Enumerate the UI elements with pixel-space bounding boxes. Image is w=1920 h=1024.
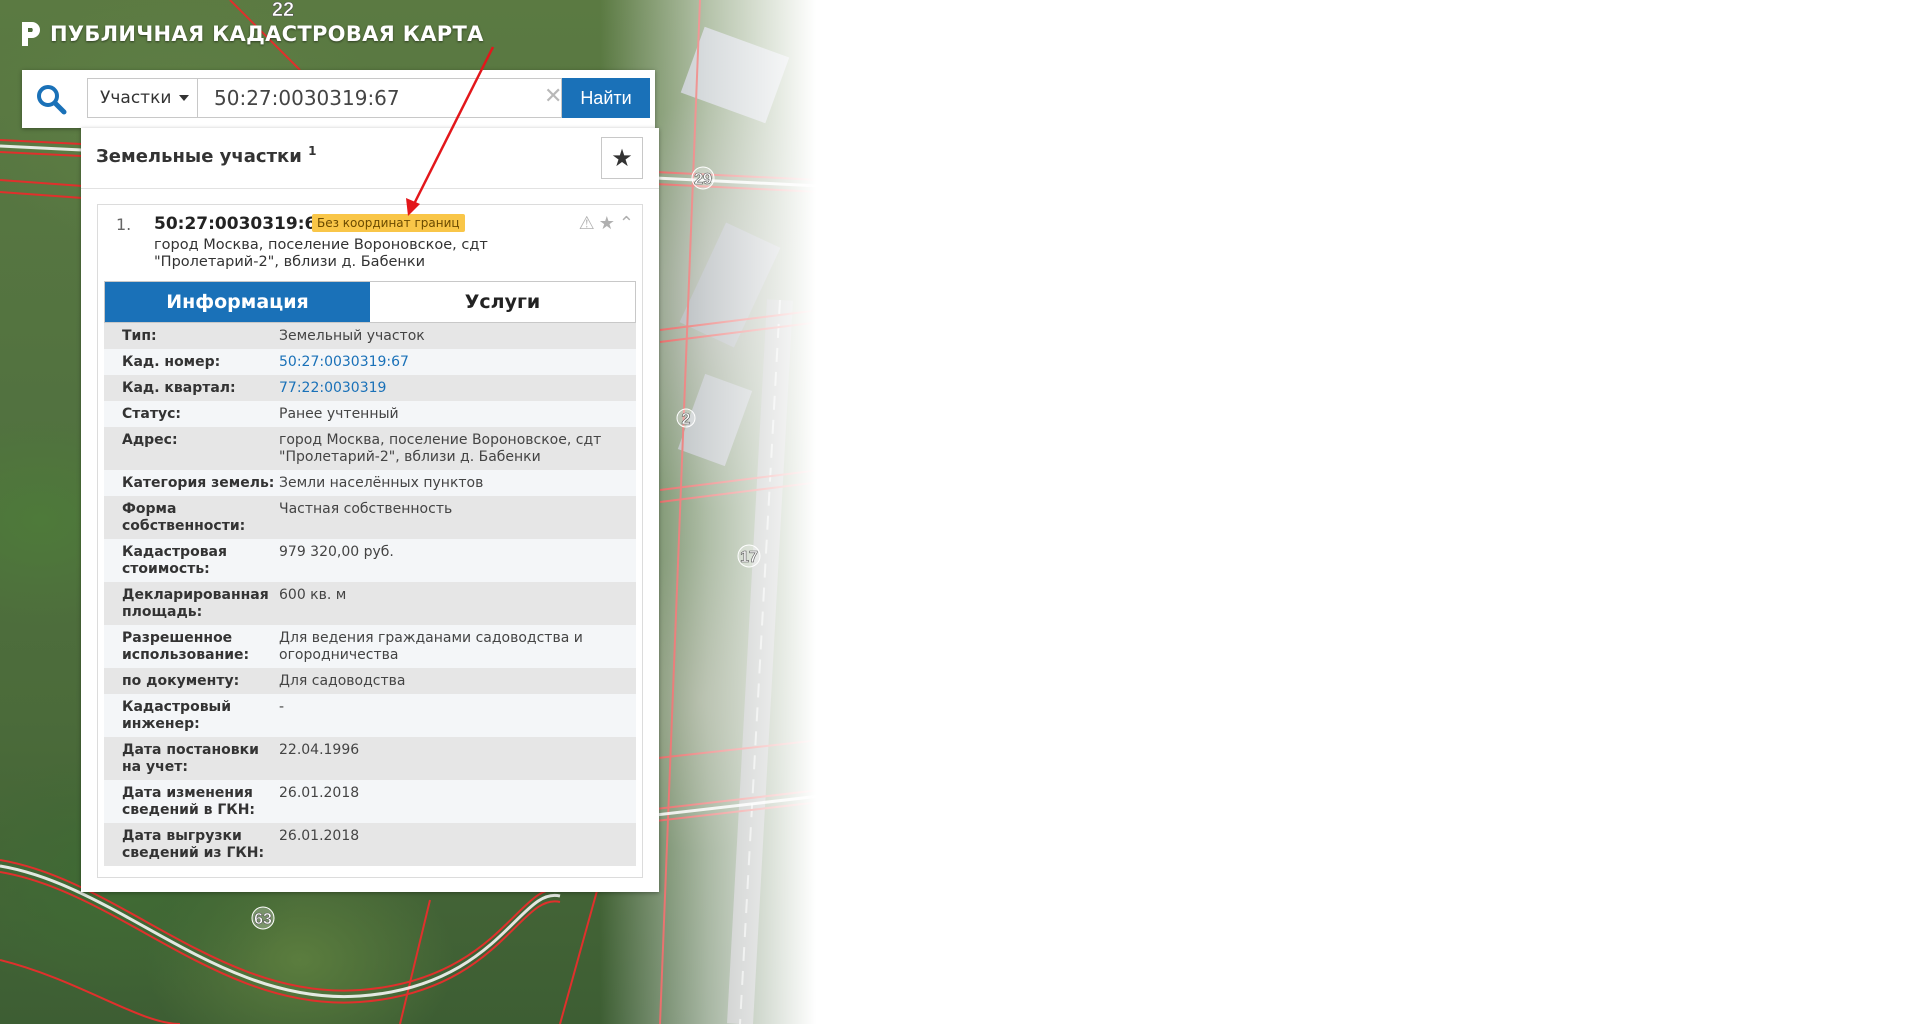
info-row-label: Кадастровый инженер: (122, 699, 232, 732)
info-row-label: по документу: (122, 673, 240, 689)
rosreestr-logo-icon (22, 22, 40, 46)
info-row: Адрес: город Москва, поселение Вороновско… (104, 427, 636, 470)
result-tabs: Информация Услуги (104, 281, 636, 323)
result-index: 1. (116, 215, 132, 234)
info-row: Дата изменения сведений в ГКН: 26.01.2018 (104, 780, 636, 823)
search-input[interactable] (197, 78, 562, 118)
result-card: 1. 50:27:0030319:67 Без координат границ… (97, 204, 643, 878)
info-row: Форма собственности: Частная собственност… (104, 496, 636, 539)
favorites-button[interactable]: ★ (601, 137, 643, 179)
info-row-value: 22.04.1996 (279, 742, 360, 758)
info-row-value: - (279, 699, 285, 715)
info-row-label: Разрешенное использование: (122, 630, 250, 663)
find-button[interactable]: Найти (562, 78, 650, 118)
clear-icon[interactable]: ✕ (544, 84, 562, 109)
info-row-value: 979 320,00 руб. (279, 544, 394, 560)
info-row: Кадастровая стоимость: 979 320,00 руб. (104, 539, 636, 582)
info-row-value: город Москва, поселение Вороновское, сдт… (279, 432, 602, 465)
search-type-dropdown[interactable]: Участки (87, 78, 197, 118)
result-address: город Москва, поселение Вороновское, сдт… (154, 237, 488, 270)
info-row: Декларированная площадь: 600 кв. м (104, 582, 636, 625)
map-label-22: 22 (272, 0, 294, 21)
info-row: Кад. номер: 50:27:0030319:67 (104, 349, 636, 375)
info-row-value: Частная собственность (279, 501, 453, 517)
info-row-value: Ранее учтенный (279, 406, 399, 422)
info-row: Статус: Ранее учтенный (104, 401, 636, 427)
map-label-2: 2 (682, 411, 691, 428)
info-row-label: Адрес: (122, 432, 178, 448)
divider (81, 188, 659, 189)
info-row: Тип: Земельный участок (104, 323, 636, 349)
results-count: 1 (308, 144, 317, 158)
info-row-label: Дата выгрузки сведений из ГКН: (122, 828, 265, 861)
map-label-17: 17 (740, 549, 758, 566)
no-coordinates-badge: Без координат границ (312, 214, 465, 232)
info-row-label: Форма собственности: (122, 501, 246, 534)
results-title-text: Земельные участки (96, 146, 302, 167)
info-row-value: 600 кв. м (279, 587, 347, 603)
search-icon[interactable] (34, 82, 68, 116)
info-row: Кад. квартал: 77:22:0030319 (104, 375, 636, 401)
info-row-label: Кад. квартал: (122, 380, 236, 396)
star-icon: ★ (611, 144, 633, 172)
info-row-label: Тип: (122, 328, 157, 344)
info-row-value: Земельный участок (279, 328, 425, 344)
chevron-down-icon (179, 95, 190, 101)
result-actions: ⚠ ★ ⌃ (579, 213, 634, 234)
info-row-link[interactable]: 77:22:0030319 (279, 380, 636, 397)
info-row: Дата постановки на учет: 22.04.1996 (104, 737, 636, 780)
map-label-29: 29 (694, 171, 712, 188)
info-row: Категория земель: Земли населённых пункто… (104, 470, 636, 496)
info-row: Кадастровый инженер: - (104, 694, 636, 737)
info-row-label: Кадастровая стоимость: (122, 544, 227, 577)
info-row-label: Кад. номер: (122, 354, 221, 370)
results-panel: Земельные участки 1 ★ 1. 50:27:0030319:6… (81, 128, 659, 892)
info-row: по документу: Для садоводства (104, 668, 636, 694)
info-row-label: Дата изменения сведений в ГКН: (122, 785, 256, 818)
info-row-value: Земли населённых пунктов (279, 475, 484, 491)
info-row-value: Для ведения гражданами садоводства и ого… (279, 630, 583, 663)
search-type-label: Участки (100, 88, 172, 108)
map-label-63: 63 (254, 911, 272, 928)
app-title: ПУБЛИЧНАЯ КАДАСТРОВАЯ КАРТА (50, 22, 484, 46)
result-cad-number[interactable]: 50:27:0030319:67 (154, 214, 328, 234)
info-table: Тип: Земельный участок Кад. номер: 50:27:00… (104, 323, 636, 866)
tab-services[interactable]: Услуги (370, 282, 635, 322)
app-logo[interactable]: ПУБЛИЧНАЯ КАДАСТРОВАЯ КАРТА (20, 20, 484, 48)
info-row-value: 26.01.2018 (279, 828, 360, 844)
info-row: Разрешенное использование: Для ведения гр… (104, 625, 636, 668)
info-row: Дата выгрузки сведений из ГКН: 26.01.2018 (104, 823, 636, 866)
info-row-label: Дата постановки на учет: (122, 742, 259, 775)
search-bar: Участки ✕ Найти (22, 70, 655, 128)
warning-icon[interactable]: ⚠ (579, 213, 595, 234)
info-row-value: Для садоводства (279, 673, 406, 689)
info-row-link[interactable]: 50:27:0030319:67 (279, 354, 636, 371)
info-row-value: 26.01.2018 (279, 785, 360, 801)
star-icon[interactable]: ★ (599, 213, 615, 234)
info-row-label: Декларированная площадь: (122, 587, 269, 620)
info-row-label: Категория земель: (122, 475, 275, 491)
collapse-icon[interactable]: ⌃ (619, 213, 634, 234)
results-title: Земельные участки 1 (96, 144, 316, 167)
tab-information[interactable]: Информация (105, 282, 370, 322)
info-row-label: Статус: (122, 406, 181, 422)
